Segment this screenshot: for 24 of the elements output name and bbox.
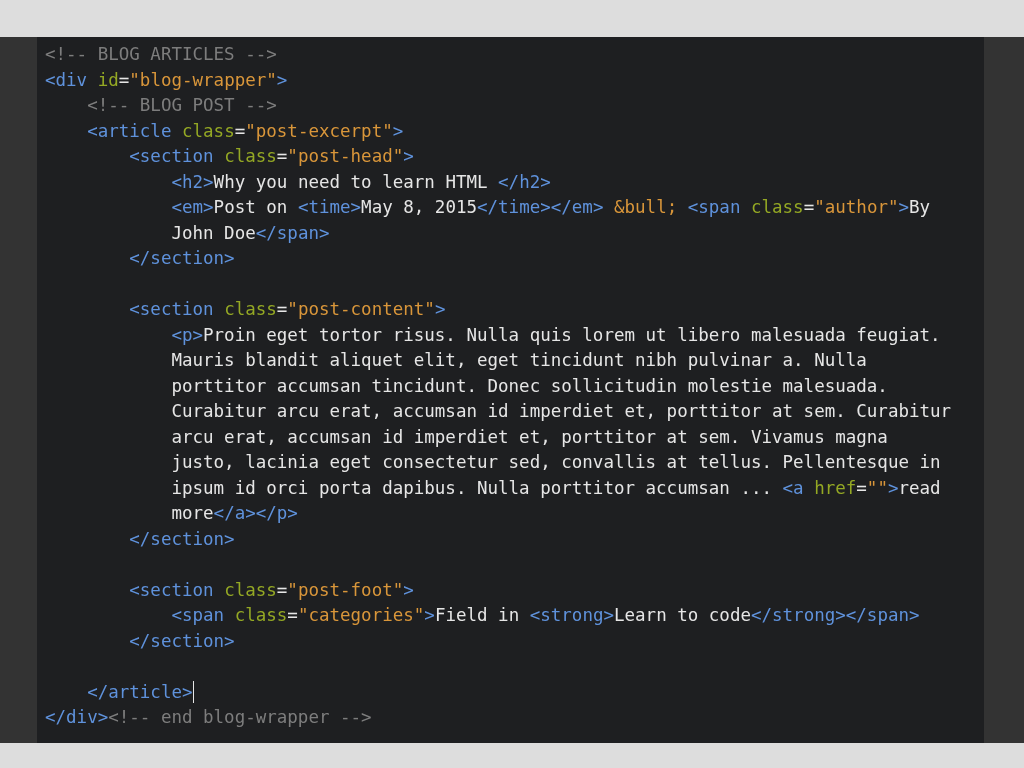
- code-line: porttitor accumsan tincidunt. Donec sollicitudin molestie malesuada.: [171, 374, 888, 398]
- code-line: <!-- BLOG ARTICLES -->: [45, 43, 277, 66]
- code-line: <section class="post-head">: [129, 145, 414, 168]
- code-line: </div><!-- end blog-wrapper -->: [45, 706, 372, 729]
- code-line: </article>: [87, 680, 193, 704]
- code-line: justo, lacinia eget consectetur sed, convallis at tellus. Pellentesque in: [171, 451, 941, 474]
- code-line: <div id="blog-wrapper">: [45, 68, 288, 92]
- code-line: </section>: [129, 629, 235, 653]
- code-line: ipsum id orci porta dapibus. Nulla porttitor accumsan ... <a href="">read: [171, 476, 941, 500]
- code-line: more</a></p>: [171, 502, 298, 525]
- code-line: John Doe</span>: [171, 221, 330, 245]
- code-line: <em>Post on <time>May 8, 2015</time></em> &bull; <span class="author">By: [171, 196, 931, 219]
- code-line: <!-- BLOG POST -->: [87, 94, 277, 117]
- code-line: <p>Proin eget tortor risus. Nulla quis lorem ut libero malesuada feugiat.: [171, 323, 941, 347]
- code-line: <span class="categories">Field in <strong>Learn to code</strong></span>: [171, 604, 920, 627]
- code-line: Mauris blandit aliquet elit, eget tincidunt nibh pulvinar a. Nulla: [171, 349, 867, 372]
- code-line: </section>: [129, 247, 235, 270]
- code-line: </section>: [129, 527, 235, 551]
- code-line: <article class="post-excerpt">: [87, 119, 404, 143]
- code-line: <section class="post-foot">: [129, 578, 414, 602]
- code-line: <section class="post-content">: [129, 298, 446, 321]
- code-line: Curabitur arcu erat, accumsan id imperdiet et, porttitor at sem. Curabitur: [171, 400, 952, 423]
- code-line: arcu erat, accumsan id imperdiet et, porttitor at sem. Vivamus magna: [171, 425, 888, 449]
- code-line: <h2>Why you need to learn HTML </h2>: [171, 170, 551, 194]
